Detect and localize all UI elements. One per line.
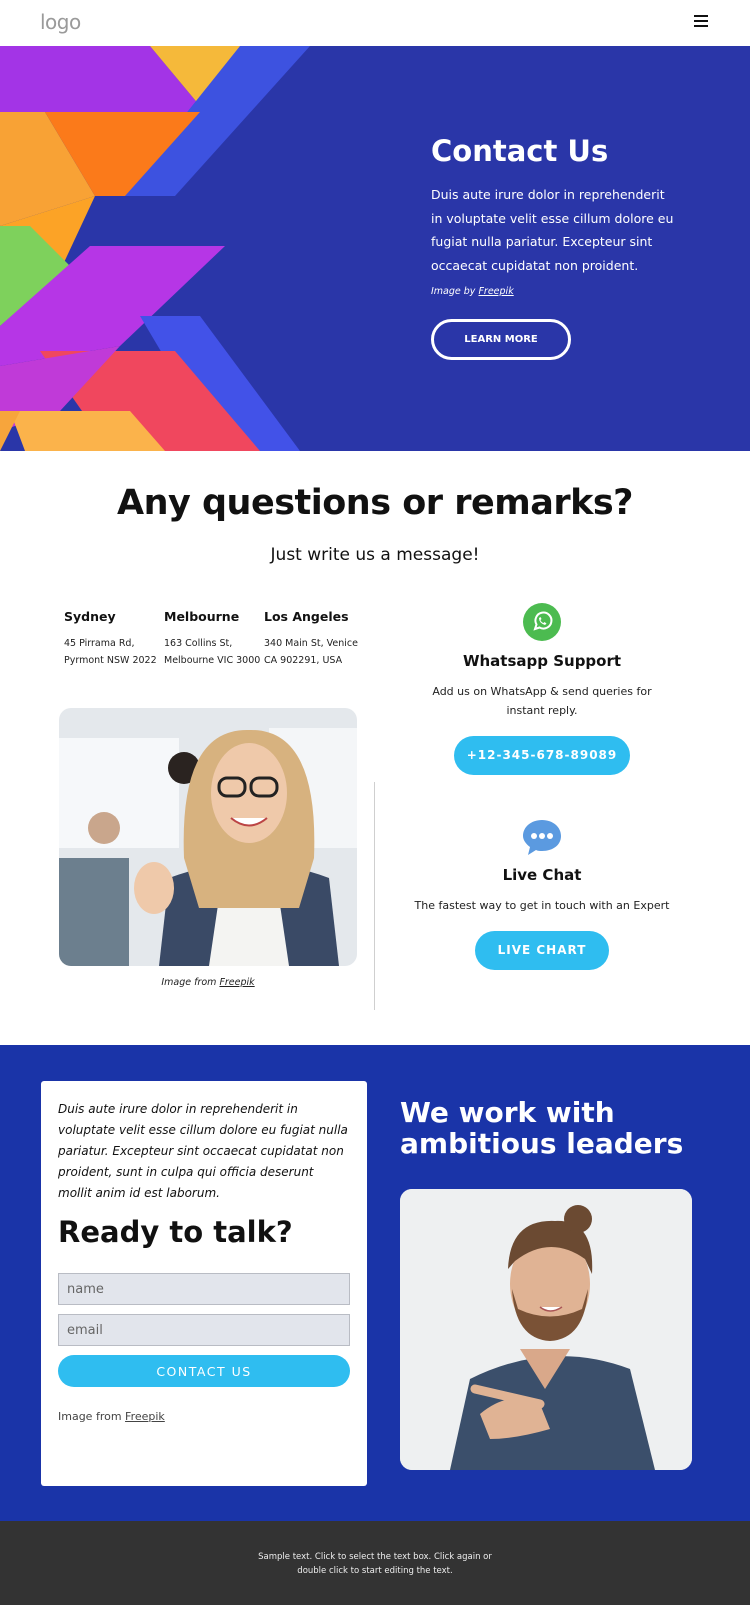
contact-us-button[interactable]: CONTACT US — [58, 1355, 350, 1387]
hero-description: Duis aute irure dolor in reprehenderit i… — [431, 187, 674, 273]
office-address: 163 Collins St, Melbourne VIC 3000 — [164, 638, 261, 666]
livechat-text: The fastest way to get in touch with an … — [414, 899, 670, 912]
questions-title: Any questions or remarks? — [116, 483, 634, 523]
hero-credit-prefix: Image by — [431, 286, 476, 297]
office-sydney: Sydney 45 Pirrama Rd, Pyrmont NSW 2022 — [64, 609, 164, 669]
leaders-title: We work with ambitious leaders — [400, 1096, 684, 1160]
woman-photo — [59, 708, 357, 966]
hero-image-credit: Image by Freepik — [431, 286, 514, 297]
office-los-angeles: Los Angeles 340 Main St, Venice CA 90229… — [264, 609, 364, 669]
card-credit-link[interactable]: Freepik — [125, 1410, 165, 1423]
card-credit-prefix: Image from — [58, 1410, 122, 1423]
footer-text[interactable]: Sample text. Click to select the text bo… — [245, 1551, 505, 1578]
name-field[interactable] — [58, 1273, 350, 1305]
contact-card-title: Ready to talk? — [58, 1215, 293, 1249]
chat-bubble-icon — [523, 820, 561, 855]
office-address: 340 Main St, Venice CA 902291, USA — [264, 638, 358, 666]
vertical-divider — [374, 782, 375, 1010]
office-melbourne: Melbourne 163 Collins St, Melbourne VIC … — [164, 609, 264, 669]
card-image-credit: Image from Freepik — [58, 1410, 165, 1423]
office-city: Sydney — [64, 609, 116, 624]
hero-section: Contact Us Duis aute irure dolor in repr… — [0, 46, 750, 451]
hero-title: Contact Us — [431, 134, 609, 168]
logo[interactable]: logo — [40, 10, 81, 34]
live-chat-button[interactable]: LIVE CHART — [475, 931, 609, 970]
whatsapp-phone-button[interactable]: +12-345-678-89089 — [454, 736, 630, 775]
learn-more-button[interactable]: LEARN MORE — [431, 319, 571, 360]
contact-card-quote: Duis aute irure dolor in reprehenderit i… — [58, 1102, 348, 1200]
photo-credit-link[interactable]: Freepik — [219, 977, 254, 988]
site-header: logo — [0, 0, 750, 46]
questions-subtitle: Just write us a message! — [270, 545, 480, 565]
man-photo — [400, 1189, 692, 1470]
whatsapp-icon — [523, 603, 561, 641]
email-field[interactable] — [58, 1314, 350, 1346]
office-address: 45 Pirrama Rd, Pyrmont NSW 2022 — [64, 638, 157, 666]
abstract-shapes-art — [0, 46, 330, 451]
woman-photo-credit: Image from Freepik — [59, 977, 357, 988]
office-city: Los Angeles — [264, 609, 349, 624]
hero-credit-link[interactable]: Freepik — [478, 286, 513, 297]
livechat-title: Live Chat — [502, 866, 582, 884]
photo-credit-prefix: Image from — [161, 977, 217, 988]
whatsapp-text: Add us on WhatsApp & send queries for in… — [432, 685, 652, 717]
office-city: Melbourne — [164, 609, 240, 624]
hamburger-menu-icon[interactable] — [694, 15, 710, 31]
whatsapp-title: Whatsapp Support — [462, 652, 622, 670]
